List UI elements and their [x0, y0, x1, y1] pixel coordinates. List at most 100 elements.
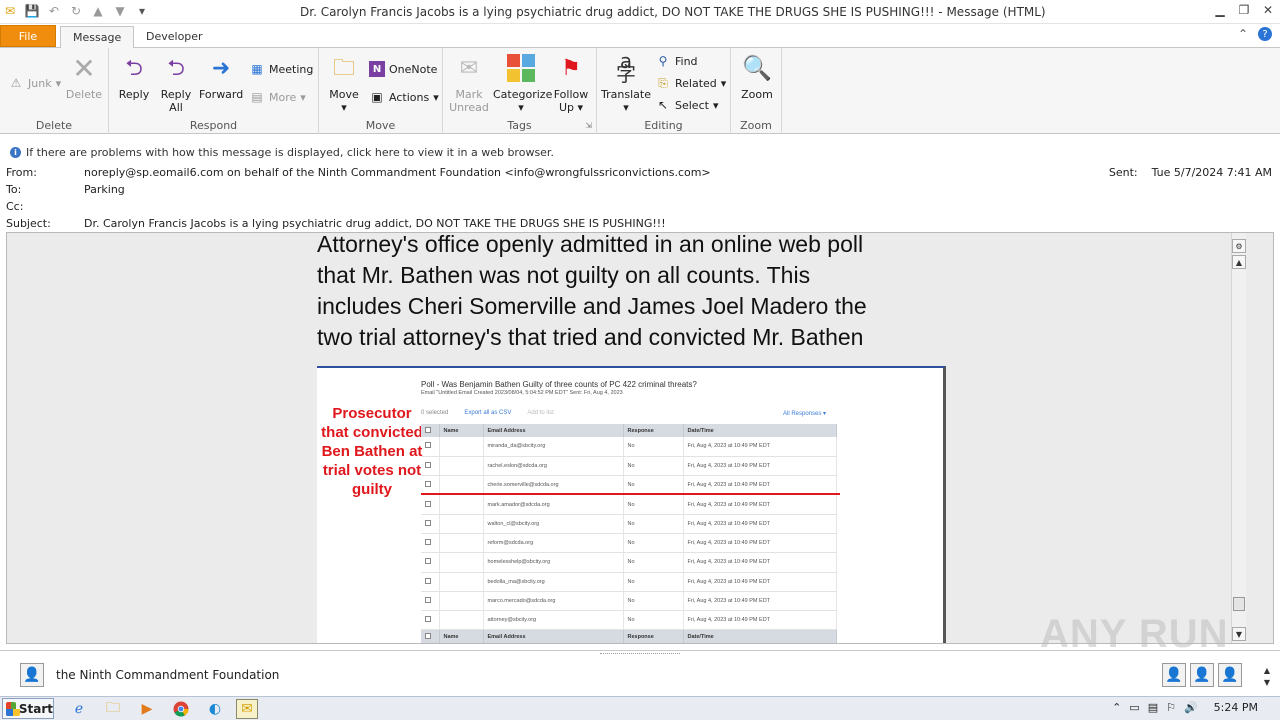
people-pane-scroll[interactable]: ▲ ▼ [1260, 665, 1274, 691]
related-button[interactable]: ⎘ Related ▾ [655, 74, 726, 92]
scroll-up-icon[interactable]: ▲ [1232, 255, 1246, 269]
sent-value: Tue 5/7/2024 7:41 AM [1151, 166, 1272, 179]
infobar[interactable]: i If there are problems with how this me… [10, 146, 554, 159]
tray-expand-icon[interactable]: ⌃ [1112, 701, 1121, 714]
checkbox-icon [425, 519, 431, 526]
avatar[interactable]: 👤 [1162, 663, 1186, 687]
column-header: Name [439, 424, 484, 437]
checkbox-icon [425, 500, 431, 507]
move-button[interactable]: 🗀 Move ▾ [325, 52, 363, 114]
column-header: Email Address [483, 424, 624, 437]
avatar[interactable]: 👤 [1218, 663, 1242, 687]
redo-icon[interactable]: ↻ [68, 3, 84, 19]
categorize-button[interactable]: Categorize ▾ [493, 52, 552, 114]
collapse-ribbon-icon[interactable]: ⌃ [1238, 27, 1248, 41]
start-button[interactable]: Start [2, 698, 54, 719]
cc-label: Cc: [6, 200, 24, 213]
red-underline [421, 493, 840, 495]
flag-icon[interactable]: ⚐ [1166, 701, 1176, 714]
cell-date: Fri, Aug 4, 2023 at 10:49 PM EDT [683, 552, 837, 573]
table-row: marco.mercado@sdcda.org No Fri, Aug 4, 202… [421, 591, 837, 612]
tab-developer[interactable]: Developer [134, 26, 215, 48]
column-header: Response [623, 629, 684, 643]
actions-button[interactable]: ▣ Actions ▾ [369, 88, 438, 106]
follow-up-button[interactable]: ⚑ Follow Up ▾ [551, 52, 591, 114]
checkbox-icon [425, 558, 431, 565]
more-respond-button[interactable]: ▤ More ▾ [249, 88, 305, 106]
undo-icon[interactable]: ↶ [46, 3, 62, 19]
onenote-icon: N [369, 61, 385, 77]
save-icon[interactable]: 💾 [24, 3, 40, 19]
cell-email: cherie.somerville@sdcda.org [483, 475, 624, 496]
close-icon[interactable]: ✕ [1260, 2, 1276, 18]
select-cursor-icon: ↖ [657, 98, 669, 112]
people-pane-resize-handle[interactable] [600, 653, 680, 656]
next-item-icon[interactable]: ▼ [112, 3, 128, 19]
chrome-icon[interactable] [170, 699, 192, 719]
previous-item-icon[interactable]: ▲ [90, 3, 106, 19]
to-value[interactable]: Parking [84, 183, 125, 196]
minimize-icon[interactable]: ▁ [1212, 2, 1228, 18]
meeting-button[interactable]: ▦ Meeting [249, 60, 313, 78]
from-value[interactable]: noreply@sp.eomail6.com on behalf of the … [84, 166, 711, 179]
checkbox-icon [425, 539, 431, 546]
vertical-scrollbar[interactable]: ⚙ ▲ ▼ [1231, 233, 1246, 643]
column-header: Email Address [483, 629, 624, 643]
cell-name [439, 456, 484, 477]
scroll-thumb[interactable] [1233, 597, 1245, 611]
customize-toolbar-icon[interactable]: ▾ [134, 3, 150, 19]
group-label-delete: Delete [35, 119, 73, 132]
tags-dialog-launcher-icon[interactable]: ⇲ [585, 121, 592, 130]
onenote-button[interactable]: N OneNote [369, 60, 437, 78]
cell-name [439, 437, 484, 457]
action-center-icon[interactable]: ▭ [1129, 701, 1139, 714]
volume-icon[interactable]: 🔊 [1184, 701, 1198, 714]
tab-file[interactable]: File [0, 25, 56, 47]
checkbox-icon [425, 481, 431, 488]
subject-value: Dr. Carolyn Francis Jacobs is a lying ps… [84, 217, 666, 230]
reply-button[interactable]: ⮌ Reply [115, 52, 153, 101]
table-row: bedolla_ma@sbcity.org No Fri, Aug 4, 2023 … [421, 572, 837, 592]
table-row: rachel.eslon@sdcda.org No Fri, Aug 4, 2023… [421, 456, 837, 477]
cell-date: Fri, Aug 4, 2023 at 10:49 PM EDT [683, 456, 837, 477]
checkbox-icon [425, 597, 431, 604]
junk-button[interactable]: ⚠ Junk ▾ [8, 74, 61, 92]
scroll-options-icon[interactable]: ⚙ [1232, 239, 1246, 253]
group-respond: ⮌ Reply ⮌ Reply All ➜ Forward ▦ Meeting ▤ M… [109, 48, 319, 134]
help-icon[interactable]: ? [1258, 27, 1272, 41]
translate-button[interactable]: a字 Translate ▾ [601, 49, 651, 114]
clock[interactable]: 5:24 PM [1214, 701, 1258, 714]
forward-button[interactable]: ➜ Forward [199, 52, 243, 101]
group-label-tags: Tags [507, 119, 532, 132]
scroll-down-icon[interactable]: ▼ [1232, 627, 1246, 641]
people-pane-name[interactable]: the Ninth Commandment Foundation [56, 668, 279, 682]
cell-response: No [623, 610, 684, 631]
outlook-taskbar-icon[interactable]: ✉ [236, 699, 258, 719]
find-button[interactable]: ⚲ Find [655, 52, 698, 70]
edge-icon[interactable]: ◐ [204, 699, 226, 719]
restore-icon[interactable]: ❐ [1236, 2, 1252, 18]
sent-label: Sent: [1108, 166, 1138, 179]
ie-icon[interactable]: ℯ [68, 699, 90, 719]
network-icon[interactable]: ▤ [1148, 701, 1158, 714]
avatar[interactable]: 👤 [1190, 663, 1214, 687]
avatar[interactable]: 👤 [20, 663, 44, 687]
media-player-icon[interactable]: ▶ [136, 699, 158, 719]
delete-button[interactable]: ✕ Delete [64, 52, 104, 101]
poll-export-link: Export all as CSV [464, 410, 512, 416]
actions-icon: ▣ [371, 90, 383, 104]
cell-name [439, 552, 484, 573]
cell-response: No [623, 533, 684, 554]
zoom-button[interactable]: 🔍 Zoom [737, 52, 777, 102]
select-button[interactable]: ↖ Select ▾ [655, 96, 719, 114]
tab-message[interactable]: Message [60, 26, 135, 49]
explorer-folder-icon[interactable]: 🗀 [102, 699, 124, 719]
message-body-frame[interactable]: Attorney's office openly admitted in an … [6, 232, 1274, 644]
infobar-text: If there are problems with how this mess… [26, 146, 554, 159]
mark-unread-button[interactable]: ✉ Mark Unread [447, 52, 491, 114]
reply-all-button[interactable]: ⮌ Reply All [157, 52, 195, 114]
checkbox-icon [425, 616, 431, 623]
cell-checkbox [421, 533, 440, 554]
translate-icon: a字 [616, 49, 636, 86]
cell-name [439, 610, 484, 631]
